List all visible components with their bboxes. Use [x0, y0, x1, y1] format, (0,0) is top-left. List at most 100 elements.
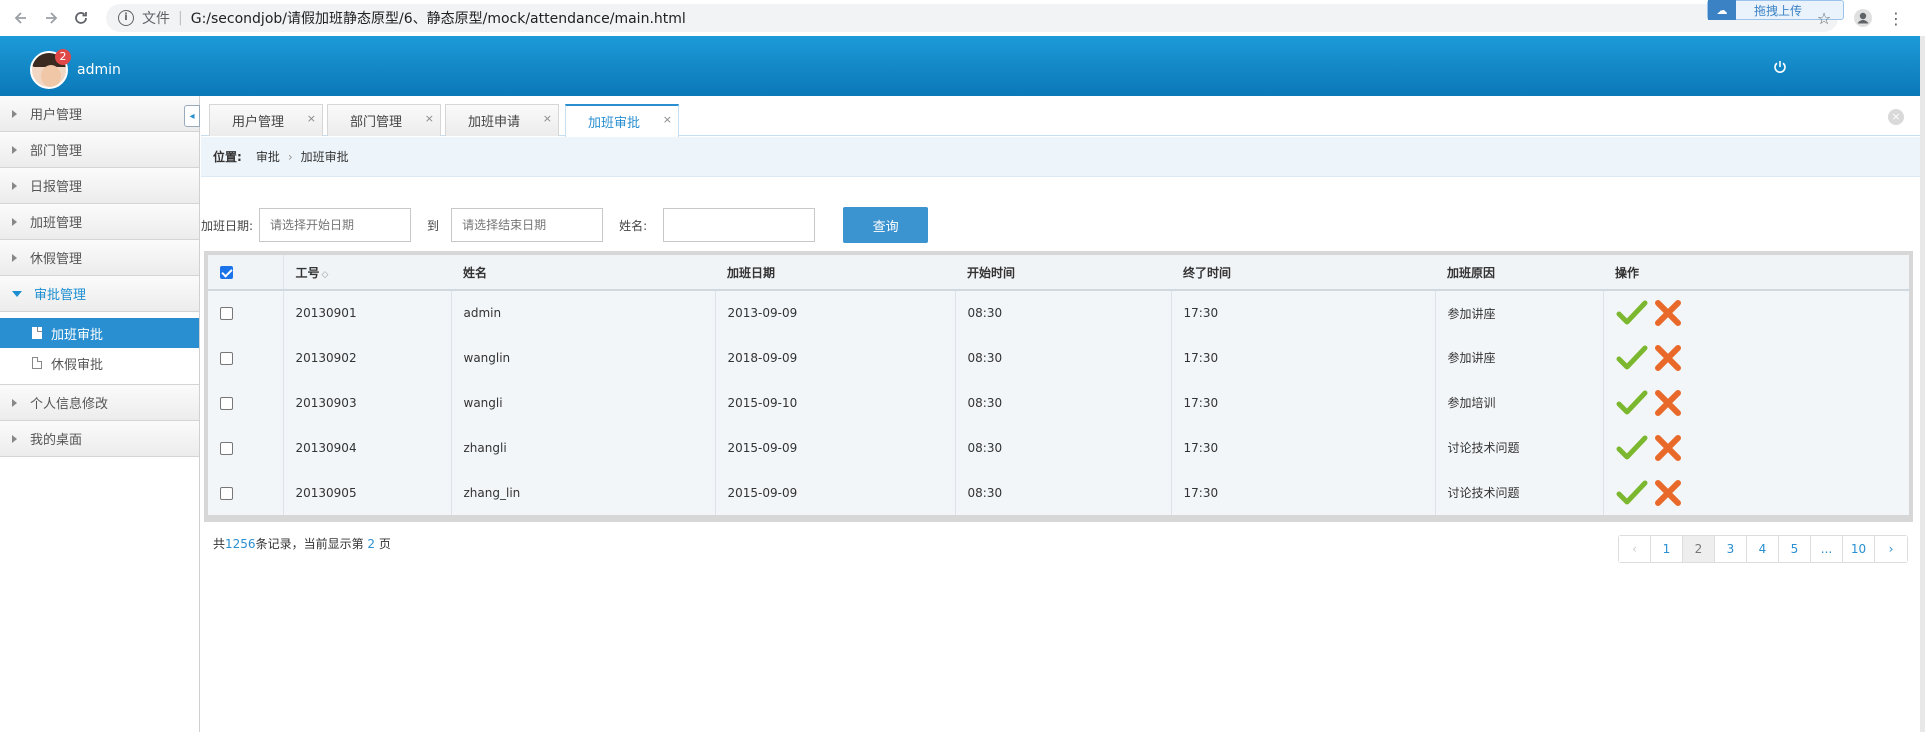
- info-icon[interactable]: i: [118, 10, 134, 26]
- page-button[interactable]: 2: [1683, 536, 1715, 562]
- record-summary: 共1256条记录，当前显示第 2 页: [213, 535, 391, 552]
- cell-date: 2015-09-09: [715, 425, 956, 470]
- sidebar-item-profile-edit[interactable]: 个人信息修改: [0, 385, 199, 421]
- reject-cross-icon[interactable]: [1652, 297, 1684, 329]
- more-menu-icon[interactable]: ⋮: [1884, 6, 1908, 30]
- select-all-checkbox[interactable]: [220, 266, 233, 279]
- table-row[interactable]: 20130902 wanglin 2018-09-09 08:30 17:30 参加讲座: [208, 335, 1909, 380]
- star-icon[interactable]: ☆: [1812, 6, 1836, 30]
- page-button[interactable]: 4: [1747, 536, 1779, 562]
- caret-right-icon: [12, 109, 17, 118]
- close-icon[interactable]: ×: [307, 112, 316, 125]
- tab-overtime-application[interactable]: 加班申请 ×: [445, 104, 559, 136]
- sort-icon[interactable]: ◇: [322, 270, 329, 280]
- end-date-input[interactable]: [451, 208, 604, 242]
- page-button[interactable]: 5: [1779, 536, 1811, 562]
- filter-bar: 加班日期: 到 姓名: 查询: [201, 207, 929, 243]
- cell-start: 08:30: [955, 380, 1172, 425]
- table-row[interactable]: 20130903 wangli 2015-09-10 08:30 17:30 参加培训: [208, 380, 1909, 425]
- breadcrumb-item[interactable]: 审批: [256, 148, 280, 165]
- reload-icon[interactable]: [68, 5, 94, 31]
- actions-cell: [1603, 335, 1909, 380]
- reject-cross-icon[interactable]: [1652, 387, 1684, 419]
- page-button[interactable]: 1: [1651, 536, 1683, 562]
- sidebar-item-department-management[interactable]: 部门管理: [0, 132, 199, 168]
- tab-overtime-approval[interactable]: 加班审批 ×: [565, 104, 679, 137]
- reject-cross-icon[interactable]: [1652, 342, 1684, 374]
- sidebar-item-label: 部门管理: [30, 144, 83, 159]
- reject-cross-icon[interactable]: [1652, 432, 1684, 464]
- sidebar-item-user-management[interactable]: 用户管理: [0, 96, 199, 132]
- sidebar-item-daily-report[interactable]: 日报管理: [0, 168, 199, 204]
- power-icon[interactable]: [1772, 59, 1788, 75]
- start-date-input[interactable]: [259, 208, 412, 242]
- date-label: 加班日期:: [201, 218, 254, 233]
- approve-check-icon[interactable]: [1616, 387, 1648, 419]
- caret-right-icon: [12, 253, 17, 262]
- sidebar-item-label: 休假管理: [30, 252, 83, 267]
- back-icon[interactable]: [8, 5, 34, 31]
- tab-label: 部门管理: [350, 115, 403, 130]
- table-row[interactable]: 20130905 zhang_lin 2015-09-09 08:30 17:30 讨论技…: [208, 470, 1909, 515]
- cell-name: zhang_lin: [451, 470, 716, 515]
- sidebar-subitem-label: 休假审批: [51, 357, 104, 373]
- sidebar-item-approval-management[interactable]: 审批管理: [0, 276, 199, 312]
- tab-department-management[interactable]: 部门管理 ×: [327, 104, 441, 136]
- name-input[interactable]: [663, 208, 816, 242]
- approve-check-icon[interactable]: [1616, 342, 1648, 374]
- sidebar-item-label: 我的桌面: [30, 433, 83, 448]
- sidebar-collapse-button[interactable]: ◂: [184, 105, 200, 127]
- tab-user-management[interactable]: 用户管理 ×: [209, 104, 323, 136]
- approve-check-icon[interactable]: [1616, 477, 1648, 509]
- sidebar-subitem-overtime-approval[interactable]: 加班审批: [0, 318, 199, 348]
- sidebar-item-overtime-management[interactable]: 加班管理: [0, 204, 199, 240]
- close-all-tabs-icon[interactable]: ×: [1888, 109, 1904, 125]
- cell-name: admin: [451, 290, 716, 335]
- close-icon[interactable]: ×: [425, 112, 434, 125]
- column-header-id[interactable]: 工号 ◇: [283, 255, 451, 291]
- close-icon[interactable]: ×: [663, 113, 672, 126]
- caret-right-icon: [12, 398, 17, 407]
- profile-icon[interactable]: [1851, 6, 1875, 30]
- row-checkbox[interactable]: [220, 307, 233, 320]
- window-scrollbar[interactable]: [1920, 36, 1925, 732]
- file-label: 文件: [142, 11, 170, 27]
- cell-date: 2018-09-09: [715, 335, 956, 380]
- cell-start: 08:30: [955, 290, 1172, 335]
- cell-id: 20130905: [283, 470, 452, 515]
- row-checkbox[interactable]: [220, 396, 233, 410]
- cell-start: 08:30: [955, 335, 1172, 380]
- row-checkbox[interactable]: [220, 351, 233, 365]
- sidebar-item-label: 加班管理: [30, 216, 83, 231]
- cell-reason: 参加培训: [1435, 380, 1604, 425]
- page-button[interactable]: ...: [1811, 536, 1843, 562]
- column-header-start: 开始时间: [955, 255, 1171, 291]
- cell-reason: 参加讲座: [1435, 290, 1604, 335]
- next-page-icon[interactable]: ›: [1875, 536, 1907, 562]
- row-checkbox[interactable]: [220, 486, 233, 500]
- sidebar-item-leave-management[interactable]: 休假管理: [0, 240, 199, 276]
- cell-id: 20130902: [283, 335, 452, 380]
- row-checkbox[interactable]: [220, 441, 233, 455]
- prev-page-icon[interactable]: ‹: [1619, 536, 1651, 562]
- table-row[interactable]: 20130904 zhangli 2015-09-09 08:30 17:30 讨论技术问…: [208, 425, 1909, 470]
- forward-icon[interactable]: [38, 5, 64, 31]
- query-button[interactable]: 查询: [843, 207, 929, 243]
- notification-badge[interactable]: 2: [55, 49, 71, 65]
- close-icon[interactable]: ×: [543, 112, 552, 125]
- caret-right-icon: [12, 145, 17, 154]
- approve-check-icon[interactable]: [1616, 297, 1648, 329]
- url-text[interactable]: G:/secondjob/请假加班静态原型/6、静态原型/mock/attend…: [191, 8, 686, 28]
- cloud-icon: ☁: [1708, 0, 1736, 20]
- address-bar[interactable]: i 文件 | G:/secondjob/请假加班静态原型/6、静态原型/mock…: [106, 4, 1838, 32]
- table-row[interactable]: 20130901 admin 2013-09-09 08:30 17:30 参加讲座: [208, 290, 1909, 335]
- actions-cell: [1603, 290, 1909, 335]
- sidebar-item-my-desktop[interactable]: 我的桌面: [0, 421, 199, 457]
- page-button[interactable]: 3: [1715, 536, 1747, 562]
- sidebar-item-label: 个人信息修改: [30, 397, 109, 412]
- approve-check-icon[interactable]: [1616, 432, 1648, 464]
- pagination: ‹ 1 2 3 4 5... 10 ›: [1618, 535, 1908, 563]
- sidebar-subitem-leave-approval[interactable]: 休假审批: [0, 348, 199, 378]
- reject-cross-icon[interactable]: [1652, 477, 1684, 509]
- page-button[interactable]: 10: [1843, 536, 1875, 562]
